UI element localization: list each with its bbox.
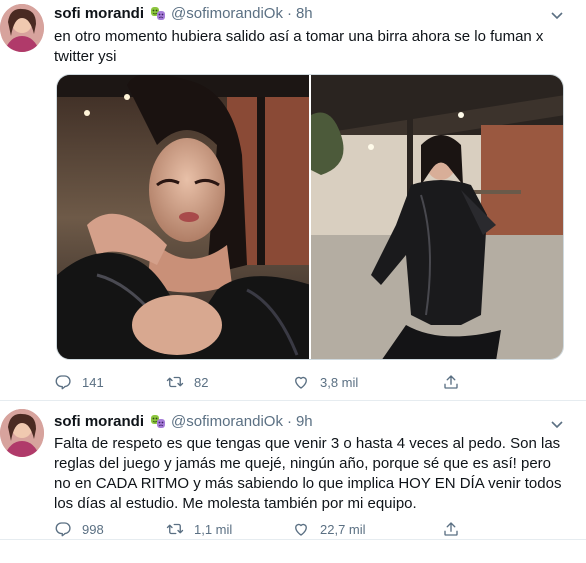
- retweet-button[interactable]: 82: [166, 372, 292, 392]
- theater-masks-icon: [150, 414, 166, 430]
- chevron-down-icon[interactable]: [550, 8, 564, 20]
- tweet[interactable]: sofi morandi @sofimorandiOk · 8h en otro…: [0, 0, 586, 401]
- reply-count: 141: [82, 374, 104, 390]
- like-count: 22,7 mil: [320, 521, 366, 537]
- heart-icon: [295, 376, 307, 389]
- retweet-icon: [166, 523, 184, 535]
- share-icon: [444, 375, 458, 389]
- avatar[interactable]: [0, 409, 44, 457]
- reply-button[interactable]: 141: [54, 372, 166, 392]
- timestamp[interactable]: 9h: [296, 412, 313, 432]
- like-button[interactable]: 3,8 mil: [292, 372, 442, 392]
- author-name[interactable]: sofi morandi: [54, 412, 144, 432]
- share-icon: [444, 522, 458, 536]
- heart-icon: [295, 523, 307, 536]
- theater-masks-icon: [150, 6, 166, 22]
- reply-button[interactable]: 998: [54, 519, 166, 539]
- reply-icon: [55, 375, 71, 390]
- retweet-button[interactable]: 1,1 mil: [166, 519, 292, 539]
- separator-dot: ·: [286, 5, 292, 22]
- author-name[interactable]: sofi morandi: [54, 4, 144, 24]
- tweet-actions: 141 82 3,8 mil: [54, 372, 484, 392]
- retweet-count: 82: [194, 374, 209, 390]
- retweet-icon: [166, 376, 184, 388]
- photo-left[interactable]: [57, 75, 309, 359]
- separator-dot: ·: [286, 413, 292, 430]
- avatar[interactable]: [0, 4, 44, 52]
- tweet-text: Falta de respeto es que tengas que venir…: [54, 435, 562, 512]
- like-count: 3,8 mil: [320, 374, 359, 390]
- tweet-actions: 998 1,1 mil 22,7 mil: [54, 519, 484, 539]
- share-button[interactable]: [442, 519, 470, 539]
- reply-icon: [55, 522, 71, 537]
- reply-count: 998: [82, 521, 104, 537]
- tweet-media[interactable]: [56, 74, 564, 360]
- retweet-count: 1,1 mil: [194, 521, 233, 537]
- share-button[interactable]: [442, 372, 470, 392]
- tweet-text: en otro momento hubiera salido así a tom…: [54, 28, 544, 65]
- timestamp[interactable]: 8h: [296, 4, 313, 24]
- like-button[interactable]: 22,7 mil: [292, 519, 442, 539]
- tweet-header: sofi morandi @sofimorandiOk · 8h: [54, 4, 313, 24]
- author-handle[interactable]: @sofimorandiOk: [171, 4, 283, 24]
- author-handle[interactable]: @sofimorandiOk: [171, 412, 283, 432]
- chevron-down-icon[interactable]: [550, 417, 564, 429]
- photo-right[interactable]: [311, 75, 563, 359]
- tweet-header: sofi morandi @sofimorandiOk · 9h: [54, 412, 313, 432]
